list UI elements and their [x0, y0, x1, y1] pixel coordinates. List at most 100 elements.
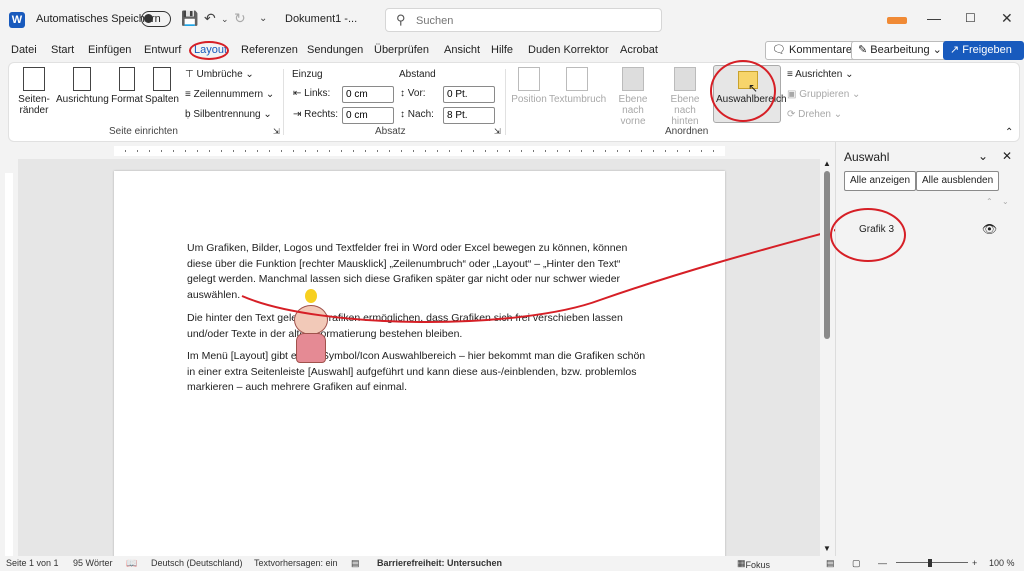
ebene-hinten-button[interactable]: Ebene nach hinten — [659, 67, 711, 127]
vruler-ticks — [5, 173, 13, 556]
figure-body — [296, 333, 326, 363]
pane-close-icon[interactable]: ✕ — [1002, 149, 1012, 163]
grafik-3-figure[interactable] — [288, 289, 334, 365]
links-input[interactable] — [342, 86, 394, 103]
nach-label: ↕ Nach: — [400, 109, 434, 120]
status-bar: Seite 1 von 1 95 Wörter 📖 Deutsch (Deuts… — [0, 556, 1024, 571]
kommentare-button[interactable]: 🗨 Kommentare — [765, 41, 860, 60]
format-button[interactable]: Format — [110, 67, 144, 105]
position-button[interactable]: Position — [509, 67, 549, 105]
ausrichten-button[interactable]: ≡ Ausrichten ⌄ — [787, 69, 853, 80]
web-layout-icon[interactable]: ▢ — [852, 558, 861, 569]
ebene-vorne-button[interactable]: Ebene nach vorne — [607, 67, 659, 127]
account-icon[interactable] — [887, 17, 907, 24]
group-separator — [283, 69, 284, 135]
vertical-ruler — [0, 159, 18, 556]
proofing-icon[interactable]: 📖 — [126, 558, 137, 569]
auswahlbereich-button[interactable]: ↖ Auswahlbereich — [713, 65, 787, 123]
autosave-toggle[interactable] — [141, 11, 171, 27]
undo-dropdown-icon[interactable]: ⌄ — [221, 14, 229, 25]
scroll-up-icon[interactable]: ▲ — [823, 159, 831, 168]
move-up-icon[interactable]: ⌃ — [986, 197, 993, 206]
position-icon — [518, 67, 540, 91]
bearbeitung-button[interactable]: ✎ Bearbeitung ⌄ — [851, 41, 949, 60]
lightbulb-icon — [305, 289, 317, 303]
freigeben-button[interactable]: ↗ Freigeben ⌄ — [943, 41, 1024, 73]
tab-acrobat[interactable]: Acrobat — [620, 44, 658, 56]
dialog-launcher-icon[interactable]: ⇲ — [273, 127, 280, 136]
save-icon[interactable]: 💾 — [181, 10, 198, 27]
document-page[interactable]: Um Grafiken, Bilder, Logos und Textfelde… — [114, 171, 725, 571]
group-absatz: Absatz — [375, 126, 406, 137]
tab-entwurf[interactable]: Entwurf — [144, 44, 181, 56]
tab-duden-korrektor[interactable]: Duden Korrektor — [528, 44, 609, 56]
scroll-down-icon[interactable]: ▼ — [823, 544, 831, 553]
redo-icon[interactable]: ↻ — [234, 10, 246, 27]
title-bar: W Automatisches Speichern 💾 ↶ ⌄ ↻ ⌄ Doku… — [0, 0, 1024, 38]
seitenraender-button[interactable]: Seiten- ränder — [15, 67, 53, 116]
tab-hilfe[interactable]: Hilfe — [491, 44, 513, 56]
status-words[interactable]: 95 Wörter — [73, 558, 113, 568]
status-language[interactable]: Deutsch (Deutschland) — [151, 558, 243, 568]
dialog-launcher-icon[interactable]: ⇲ — [494, 127, 501, 136]
rechts-input[interactable] — [342, 107, 394, 124]
tab-layout[interactable]: Layout — [194, 44, 227, 56]
print-layout-icon[interactable]: ▤ — [826, 558, 835, 569]
maximize-icon[interactable]: ☐ — [965, 11, 976, 25]
gruppieren-button[interactable]: ▣ Gruppieren ⌄ — [787, 89, 860, 100]
tab-start[interactable]: Start — [51, 44, 74, 56]
spalten-button[interactable]: Spalten — [145, 67, 179, 105]
collapse-ribbon-icon[interactable]: ⌃ — [1005, 127, 1013, 138]
search-input[interactable] — [416, 13, 646, 28]
ribbon-tabs: Datei Start Einfügen Entwurf Layout Refe… — [0, 38, 1024, 73]
links-label: ⇤ Links: — [293, 88, 331, 99]
tab-referenzen[interactable]: Referenzen — [241, 44, 298, 56]
zoom-slider-thumb[interactable] — [928, 559, 932, 567]
textumbruch-button[interactable]: Textumbruch — [549, 67, 606, 105]
size-icon — [119, 67, 135, 91]
tab-ansicht[interactable]: Ansicht — [444, 44, 480, 56]
document-canvas: Um Grafiken, Bilder, Logos und Textfelde… — [18, 159, 820, 571]
tab-sendungen[interactable]: Sendungen — [307, 44, 363, 56]
vor-input[interactable] — [443, 86, 495, 103]
customize-toolbar-icon[interactable]: ⌄ — [259, 13, 267, 24]
umbrueche-button[interactable]: ⊤ Umbrüche ⌄ — [185, 69, 254, 80]
status-accessibility[interactable]: Barrierefreiheit: Untersuchen — [377, 558, 502, 568]
accessibility-icon: ▤ — [351, 558, 360, 568]
paragraph-3[interactable]: Im Menü [Layout] gibt es ein Symbol/Icon… — [187, 349, 647, 396]
undo-icon[interactable]: ↶ — [204, 10, 216, 27]
zoom-in-icon[interactable]: + — [972, 558, 977, 568]
scrollbar-thumb[interactable] — [824, 171, 830, 339]
nach-input[interactable] — [443, 107, 495, 124]
group-separator — [505, 69, 506, 135]
margins-icon — [23, 67, 45, 91]
vertical-scrollbar[interactable]: ▲ ▼ — [820, 159, 834, 556]
minimize-icon[interactable]: — — [927, 10, 941, 26]
tab-ueberpruefen[interactable]: Überprüfen — [374, 44, 429, 56]
tab-einfuegen[interactable]: Einfügen — [88, 44, 131, 56]
zeilennummern-button[interactable]: ≡ Zeilennummern ⌄ — [185, 89, 274, 100]
status-predictions[interactable]: Textvorhersagen: ein — [254, 558, 338, 568]
drehen-button[interactable]: ⟳ Drehen ⌄ — [787, 109, 842, 120]
zoom-slider[interactable] — [896, 562, 968, 563]
visibility-eye-icon[interactable]: 👁 — [982, 222, 997, 236]
paragraph-2[interactable]: Die hinter den Text gelegten Grafiken er… — [187, 311, 647, 342]
word-logo-icon: W — [9, 12, 25, 28]
focus-button[interactable]: ▦ Fokus — [737, 558, 770, 570]
pane-options-icon[interactable]: ⌄ — [978, 149, 988, 163]
silbentrennung-button[interactable]: ḅ Silbentrennung ⌄ — [185, 109, 272, 120]
show-all-button[interactable]: Alle anzeigen — [844, 171, 917, 191]
search-box[interactable]: ⚲ — [385, 8, 662, 32]
status-page[interactable]: Seite 1 von 1 — [6, 558, 59, 568]
horizontal-ruler — [0, 142, 835, 159]
move-down-icon[interactable]: ⌄ — [1002, 197, 1009, 206]
pane-item-grafik-3[interactable]: Grafik 3 — [859, 224, 894, 235]
hide-all-button[interactable]: Alle ausblenden — [916, 171, 1000, 191]
tab-datei[interactable]: Datei — [11, 44, 37, 56]
close-icon[interactable]: ✕ — [1001, 10, 1013, 27]
status-zoom[interactable]: 100 % — [989, 558, 1015, 568]
ausrichtung-button[interactable]: Ausrichtung — [56, 67, 109, 105]
zoom-out-icon[interactable]: — — [878, 558, 887, 568]
paragraph-1[interactable]: Um Grafiken, Bilder, Logos und Textfelde… — [187, 241, 647, 303]
document-title[interactable]: Dokument1 -... — [285, 13, 357, 25]
